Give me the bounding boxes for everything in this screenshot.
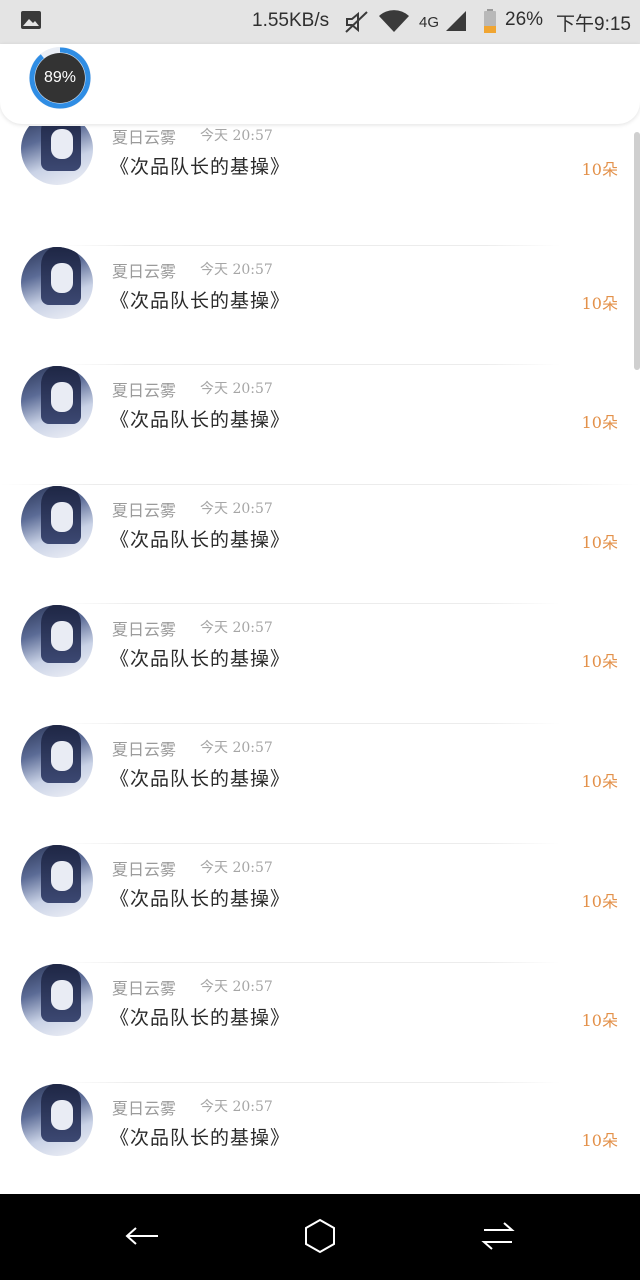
list-item[interactable]: 夏日云雾 今天 20:57 《次品队长的基操》 10朵	[0, 724, 640, 844]
list-item[interactable]: 夏日云雾 今天 20:57 《次品队长的基操》 10朵	[0, 126, 640, 246]
avatar[interactable]	[21, 485, 93, 558]
gift-list: 夏日云雾 今天 20:57 《次品队长的基操》 10朵 夏日云雾 今天 20:57 《次品队…	[0, 126, 640, 1194]
post-time: 今天 20:57	[200, 620, 273, 637]
signal-icon	[446, 11, 466, 31]
avatar[interactable]	[21, 1083, 93, 1156]
avatar[interactable]	[21, 126, 93, 185]
item-title: 《次品队长的基操》	[110, 409, 291, 432]
navigation-bar	[0, 1194, 640, 1280]
post-time: 今天 20:57	[200, 128, 273, 144]
post-time: 今天 20:57	[200, 739, 273, 756]
list-item[interactable]: 夏日云雾 今天 20:57 《次品队长的基操》 10朵	[0, 365, 640, 485]
author-name: 夏日云雾	[112, 500, 177, 520]
mute-icon	[345, 11, 368, 33]
item-title: 《次品队长的基操》	[110, 156, 291, 178]
item-title: 《次品队长的基操》	[110, 289, 291, 312]
header-card: 89%	[0, 44, 640, 124]
flower-count: 10朵	[581, 1011, 618, 1031]
post-time: 今天 20:57	[200, 381, 273, 398]
avatar-face	[51, 382, 73, 413]
avatar[interactable]	[21, 844, 93, 917]
avatar-face	[51, 129, 73, 159]
back-icon[interactable]	[122, 1216, 162, 1256]
flower-count: 10朵	[581, 1130, 618, 1150]
item-title: 《次品队长的基操》	[110, 528, 291, 551]
item-title: 《次品队长的基操》	[110, 767, 291, 790]
author-name: 夏日云雾	[112, 979, 177, 999]
item-title: 《次品队长的基操》	[110, 1007, 291, 1030]
status-bar: 1.55KB/s 4G 26% 下午9:15	[0, 0, 640, 44]
flower-count: 10朵	[581, 293, 618, 313]
author-name: 夏日云雾	[112, 739, 177, 759]
avatar-face	[51, 621, 73, 652]
author-name: 夏日云雾	[112, 1098, 177, 1118]
item-title: 《次品队长的基操》	[110, 1126, 291, 1149]
avatar-face	[51, 501, 73, 532]
item-title: 《次品队长的基操》	[110, 648, 291, 671]
flower-count: 10朵	[581, 652, 618, 672]
list-item[interactable]: 夏日云雾 今天 20:57 《次品队长的基操》 10朵	[0, 246, 640, 366]
avatar-face	[51, 1099, 73, 1130]
post-time: 今天 20:57	[200, 261, 273, 278]
list-item[interactable]: 夏日云雾 今天 20:57 《次品队长的基操》 10朵	[0, 604, 640, 724]
list-item[interactable]: 夏日云雾 今天 20:57 《次品队长的基操》 10朵	[0, 844, 640, 964]
avatar[interactable]	[21, 964, 93, 1037]
battery-icon	[484, 9, 496, 33]
post-time: 今天 20:57	[200, 1098, 273, 1115]
wifi-icon	[379, 10, 409, 33]
avatar[interactable]	[21, 724, 93, 797]
home-icon[interactable]	[300, 1216, 340, 1256]
post-time: 今天 20:57	[200, 979, 273, 996]
battery-percent: 26%	[505, 9, 544, 30]
avatar-face	[51, 860, 73, 891]
scrollbar[interactable]	[634, 132, 640, 370]
flower-count: 10朵	[581, 160, 618, 179]
post-time: 今天 20:57	[200, 859, 273, 876]
recents-icon[interactable]	[478, 1216, 518, 1256]
avatar-face	[51, 980, 73, 1011]
progress-label: 89%	[43, 69, 77, 86]
net-rate: 1.55KB/s	[252, 10, 330, 31]
author-name: 夏日云雾	[112, 128, 177, 147]
flower-count: 10朵	[581, 532, 618, 552]
author-name: 夏日云雾	[112, 859, 177, 879]
author-name: 夏日云雾	[112, 381, 177, 401]
item-title: 《次品队长的基操》	[110, 887, 291, 910]
network-type: 4G	[419, 14, 440, 31]
list-item[interactable]: 夏日云雾 今天 20:57 《次品队长的基操》 10朵	[0, 1083, 640, 1194]
flower-count: 10朵	[581, 413, 618, 433]
flower-count: 10朵	[581, 891, 618, 911]
avatar[interactable]	[21, 605, 93, 678]
list-item[interactable]: 夏日云雾 今天 20:57 《次品队长的基操》 10朵	[0, 963, 640, 1083]
avatar-face	[51, 262, 73, 293]
clock: 下午9:15	[556, 14, 631, 35]
gallery-icon	[21, 11, 41, 29]
post-time: 今天 20:57	[200, 500, 273, 517]
avatar[interactable]	[21, 246, 93, 319]
avatar[interactable]	[21, 366, 93, 439]
flower-count: 10朵	[581, 771, 618, 791]
author-name: 夏日云雾	[112, 620, 177, 640]
list-item[interactable]: 夏日云雾 今天 20:57 《次品队长的基操》 10朵	[0, 485, 640, 605]
avatar-face	[51, 740, 73, 771]
author-name: 夏日云雾	[112, 261, 177, 281]
